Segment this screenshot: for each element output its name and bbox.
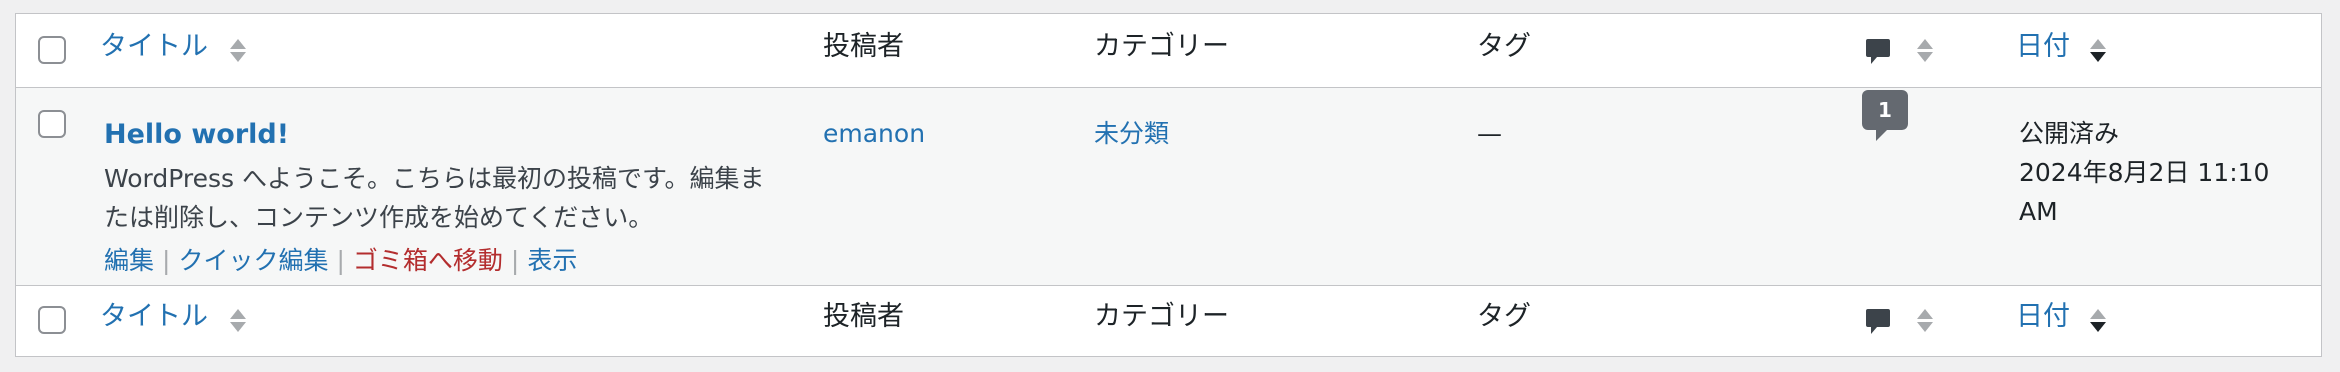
select-all-checkbox[interactable] — [38, 36, 66, 64]
comments-sort-arrows-icon[interactable] — [1916, 305, 1934, 335]
post-excerpt: WordPress へようこそ。こちらは最初の投稿です。編集または削除し、コンテ… — [104, 164, 765, 232]
post-title-link[interactable]: Hello world! — [104, 118, 289, 152]
trash-link[interactable]: ゴミ箱へ移動 — [353, 246, 503, 275]
column-title-sort-link[interactable]: タイトル — [100, 30, 208, 64]
comment-count: 1 — [1878, 98, 1892, 122]
comments-sort-arrows-icon[interactable] — [1916, 35, 1934, 65]
date-sort-arrows-icon[interactable] — [2089, 35, 2107, 65]
post-date: 2024年8月2日 11:10 AM — [2019, 158, 2270, 226]
column-tags: タグ — [1477, 31, 1531, 62]
row-actions: 編集 | クイック編集 | ゴミ箱へ移動 | 表示 — [104, 244, 577, 278]
column-author-footer: 投稿者 — [823, 301, 904, 332]
view-link[interactable]: 表示 — [527, 246, 577, 275]
table-footer: タイトル 投稿者 カテゴリー タグ 日付 — [16, 286, 2321, 356]
column-tags-footer: タグ — [1477, 301, 1531, 332]
post-author-link[interactable]: emanon — [823, 114, 925, 153]
comment-badge-tail — [1876, 129, 1888, 141]
separator: | — [336, 246, 345, 275]
separator: | — [162, 246, 171, 275]
post-tags: — — [1477, 119, 1502, 148]
table-row: Hello world! WordPress へようこそ。こちらは最初の投稿です… — [16, 88, 2321, 286]
row-checkbox[interactable] — [38, 110, 66, 138]
column-date-sort-link-footer[interactable]: 日付 — [2016, 300, 2070, 334]
comment-count-badge[interactable]: 1 — [1862, 90, 1908, 130]
column-author: 投稿者 — [823, 31, 904, 62]
column-categories: カテゴリー — [1094, 31, 1229, 62]
quick-edit-link[interactable]: クイック編集 — [178, 246, 328, 275]
column-title-sort-link-footer[interactable]: タイトル — [100, 300, 208, 334]
post-category-link[interactable]: 未分類 — [1094, 114, 1169, 153]
column-categories-footer: カテゴリー — [1094, 301, 1229, 332]
sort-arrows-icon[interactable] — [229, 305, 247, 335]
post-status: 公開済み — [2019, 119, 2120, 148]
comment-bubble-icon — [1866, 309, 1890, 334]
select-all-checkbox-footer[interactable] — [38, 306, 66, 334]
table-header: タイトル 投稿者 カテゴリー タグ 日付 — [16, 14, 2321, 88]
separator: | — [510, 246, 520, 275]
posts-table: タイトル 投稿者 カテゴリー タグ 日付 Hello world! WordPr… — [15, 13, 2322, 357]
comment-bubble-icon — [1866, 39, 1890, 64]
column-date-sort-link[interactable]: 日付 — [2016, 30, 2070, 64]
edit-link[interactable]: 編集 — [104, 246, 154, 275]
sort-arrows-icon[interactable] — [229, 35, 247, 65]
date-sort-arrows-icon[interactable] — [2089, 305, 2107, 335]
